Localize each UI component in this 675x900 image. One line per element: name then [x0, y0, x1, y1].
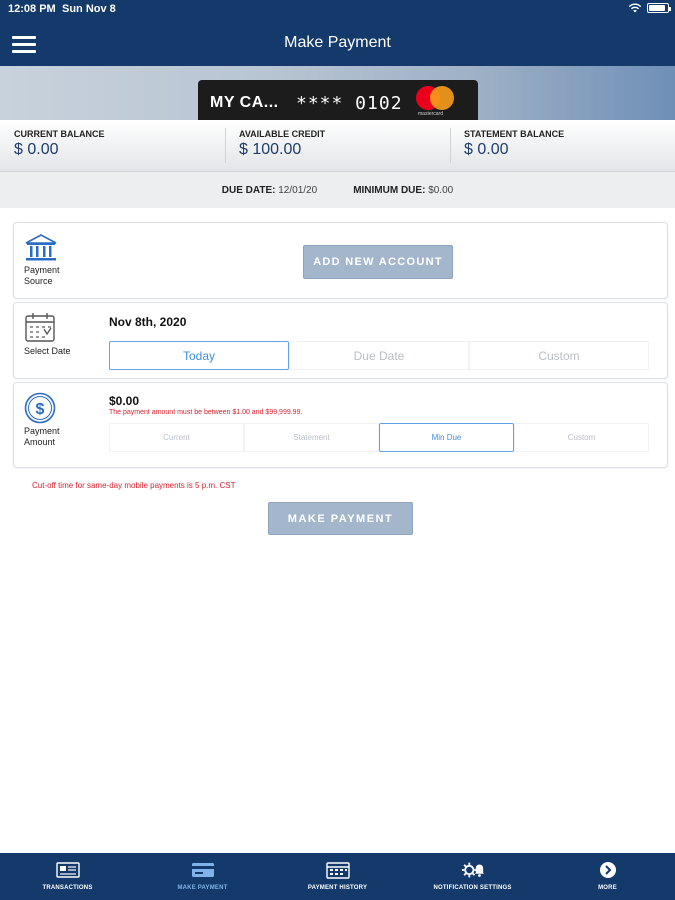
nav-transactions[interactable]: TRANSACTIONS — [0, 853, 135, 900]
chevron-right-circle-icon — [596, 861, 620, 879]
amount-option-custom[interactable]: Custom — [514, 423, 649, 452]
calendar-grid-icon — [325, 861, 350, 879]
card-payment-icon — [191, 861, 215, 879]
card-brand: mastercard — [418, 111, 444, 117]
due-date-label: DUE DATE: — [221, 184, 276, 196]
card-number: **** 0102 — [296, 93, 403, 114]
due-date-value: 12/01/20 — [278, 184, 318, 196]
nav-payment-history[interactable]: PAYMENT HISTORY — [270, 853, 405, 900]
card-banner: MY CA... **** 0102 mastercard — [0, 66, 675, 120]
status-date: Sun Nov 8 — [62, 3, 116, 15]
bank-icon — [25, 234, 57, 261]
select-date-panel: Select Date Nov 8th, 2020 Today Due Date… — [13, 302, 668, 379]
svg-text:$: $ — [36, 401, 45, 418]
battery-icon — [647, 3, 671, 13]
minimum-due-label: MINIMUM DUE: — [353, 184, 426, 196]
cutoff-note: Cut-off time for same-day mobile payment… — [32, 481, 236, 490]
payment-source-header: Payment Source — [24, 233, 74, 287]
balance-summary: CURRENT BALANCE $ 0.00 AVAILABLE CREDIT … — [0, 120, 675, 172]
app-header: 12:08 PM Sun Nov 8 Make Payment — [0, 0, 675, 66]
due-info-bar: DUE DATE: 12/01/20 MINIMUM DUE: $0.00 — [0, 172, 675, 208]
amount-option-min-due[interactable]: Min Due — [379, 423, 514, 452]
nav-label: MAKE PAYMENT — [177, 885, 228, 891]
payment-source-panel: Payment Source ADD NEW ACCOUNT — [13, 222, 668, 299]
current-balance: CURRENT BALANCE $ 0.00 — [0, 120, 225, 171]
date-option-custom[interactable]: Custom — [469, 341, 649, 370]
payment-amount-header: $ Payment Amount — [24, 392, 74, 448]
nav-notification-settings[interactable]: NOTIFICATION SETTINGS — [405, 853, 540, 900]
make-payment-button[interactable]: MAKE PAYMENT — [268, 502, 413, 535]
due-date: DUE DATE: 12/01/20 — [222, 185, 317, 196]
balance-value: $ 100.00 — [239, 141, 302, 158]
add-new-account-button[interactable]: ADD NEW ACCOUNT — [303, 245, 453, 279]
page-title: Make Payment — [284, 34, 391, 51]
nav-more[interactable]: MORE — [540, 853, 675, 900]
amount-option-selector: Current Statement Min Due Custom — [109, 423, 649, 452]
payment-amount-value[interactable]: $0.00 — [109, 394, 139, 408]
balance-value: $ 0.00 — [14, 141, 59, 158]
nav-label: TRANSACTIONS — [42, 885, 93, 891]
gear-bell-icon — [461, 861, 485, 879]
nav-label: NOTIFICATION SETTINGS — [433, 885, 512, 891]
mastercard-logo-icon: mastercard — [416, 86, 460, 118]
balance-label: CURRENT BALANCE — [14, 129, 105, 139]
date-option-selector: Today Due Date Custom — [109, 341, 649, 370]
bottom-nav: TRANSACTIONS MAKE PAYMENT PAYMENT HISTOR… — [0, 853, 675, 900]
nav-label: PAYMENT HISTORY — [307, 885, 368, 891]
dollar-circle-icon: $ — [24, 392, 56, 424]
date-option-today[interactable]: Today — [109, 341, 289, 370]
balance-label: STATEMENT BALANCE — [464, 129, 565, 139]
select-date-header: Select Date — [24, 312, 74, 357]
transactions-icon — [55, 861, 80, 879]
status-indicators — [628, 3, 671, 13]
statement-balance: STATEMENT BALANCE $ 0.00 — [450, 120, 675, 171]
amount-option-statement[interactable]: Statement — [244, 423, 379, 452]
nav-make-payment[interactable]: MAKE PAYMENT — [135, 853, 270, 900]
date-option-due-date[interactable]: Due Date — [289, 341, 469, 370]
credit-card[interactable]: MY CA... **** 0102 mastercard — [198, 80, 478, 120]
available-credit: AVAILABLE CREDIT $ 100.00 — [225, 120, 450, 171]
payment-amount-label: Payment Amount — [24, 426, 60, 447]
payment-amount-panel: $ Payment Amount $0.00 The payment amoun… — [13, 382, 668, 468]
calendar-icon — [25, 313, 55, 342]
nav-label: MORE — [598, 885, 617, 891]
minimum-due-value: $0.00 — [428, 184, 454, 196]
select-date-label: Select Date — [24, 346, 71, 356]
payment-amount-error: The payment amount must be between $1.00… — [109, 409, 303, 416]
amount-option-current[interactable]: Current — [109, 423, 244, 452]
balance-label: AVAILABLE CREDIT — [239, 129, 326, 139]
minimum-due: MINIMUM DUE: $0.00 — [353, 185, 453, 196]
card-name: MY CA... — [210, 94, 279, 111]
status-time: 12:08 PM — [8, 3, 56, 15]
selected-date: Nov 8th, 2020 — [109, 315, 187, 329]
payment-source-label: Payment Source — [24, 265, 60, 286]
balance-value: $ 0.00 — [464, 141, 509, 158]
wifi-icon — [628, 3, 642, 13]
